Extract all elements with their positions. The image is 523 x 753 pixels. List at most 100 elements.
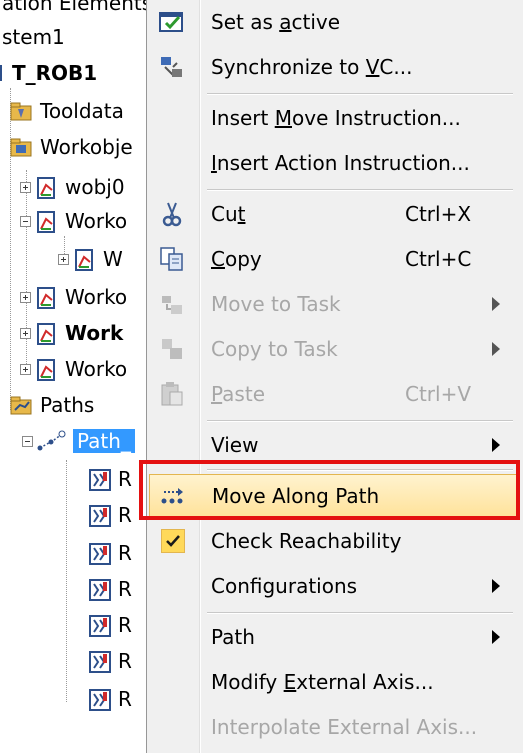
expand-icon[interactable] (20, 363, 31, 375)
menu-item-label: Copy to Task (211, 337, 338, 361)
menu-item-insert-action-instruction[interactable]: Insert Action Instruction... (147, 142, 522, 184)
set-active-icon (157, 8, 187, 36)
synchronize-icon (157, 53, 187, 81)
tree-node-label: Worko (65, 209, 128, 233)
expand-icon[interactable] (58, 253, 69, 265)
workobject-icon (73, 248, 97, 271)
move-instruction-icon (88, 468, 112, 491)
tree-node-label: Tooldata (40, 99, 124, 123)
move-to-task-icon (157, 290, 187, 318)
menu-item-check-reachability[interactable]: Check Reachability (147, 520, 522, 562)
tree-node-label: stem1 (2, 25, 65, 49)
menu-item-label: Set as active (211, 10, 341, 34)
tree-node-instruction[interactable]: R (88, 646, 132, 676)
tree-node-label: W (103, 247, 123, 271)
tree-node-label: R (118, 467, 132, 491)
tree-node-workobject[interactable]: Worko (20, 206, 127, 236)
collapse-icon[interactable] (22, 435, 33, 447)
task-icon (0, 62, 6, 84)
menu-separator (207, 93, 513, 95)
tree-node-label: Paths (40, 393, 95, 417)
menu-item-shortcut: Ctrl+V (405, 382, 472, 406)
context-menu: Set as active Synchronize to VC... Inser… (146, 0, 523, 753)
menu-item-cut[interactable]: Cut Ctrl+X (147, 193, 522, 235)
tree-node-label: Work (65, 321, 124, 345)
menu-item-modify-external-axis[interactable]: Modify External Axis... (147, 661, 522, 703)
submenu-arrow-icon (492, 342, 500, 356)
menu-item-label: Move to Task (211, 292, 341, 316)
tree-node-workobject-active[interactable]: Work (20, 318, 123, 348)
menu-item-copy-to-task: Copy to Task (147, 328, 522, 370)
menu-item-label: Check Reachability (211, 529, 402, 553)
expand-icon[interactable] (20, 327, 31, 339)
tree-node-t-rob1[interactable]: T_ROB1 (0, 58, 97, 88)
menu-item-copy[interactable]: Copy Ctrl+C (147, 238, 522, 280)
copy-to-task-icon (157, 335, 187, 363)
paths-folder-icon (10, 394, 34, 416)
menu-item-label: Move Along Path (212, 484, 380, 508)
scissors-icon (157, 200, 187, 228)
tree-node-instruction[interactable]: R (88, 464, 132, 494)
tree-node-tooldata[interactable]: Tooldata (10, 96, 124, 126)
checkmark-icon (161, 529, 185, 553)
workobject-icon (35, 358, 59, 381)
collapse-icon[interactable] (20, 215, 31, 227)
menu-item-label: Copy (211, 247, 262, 271)
tree-node-paths[interactable]: Paths (10, 390, 94, 420)
submenu-arrow-icon (492, 630, 500, 644)
tree-node-label: Path_ (73, 429, 135, 453)
menu-item-label: Synchronize to VC... (211, 55, 413, 79)
tree-node-instruction[interactable]: R (88, 574, 132, 604)
path-icon (37, 430, 67, 452)
tree-node-system1[interactable]: stem1 (2, 22, 65, 52)
submenu-arrow-icon (492, 438, 500, 452)
tree-node-label: Worko (65, 285, 128, 309)
menu-item-configurations[interactable]: Configurations (147, 565, 522, 607)
move-instruction-icon (88, 688, 112, 711)
menu-item-label: Modify External Axis... (211, 670, 434, 694)
workobjects-icon (10, 136, 34, 158)
menu-separator (207, 420, 513, 422)
menu-item-move-along-path[interactable]: Move Along Path (149, 474, 520, 518)
tree-node-instruction[interactable]: R (88, 500, 132, 530)
workobject-icon (35, 176, 59, 199)
menu-separator (207, 469, 513, 471)
menu-item-label: Cut (211, 202, 246, 226)
tree-connector (66, 460, 67, 702)
tree-node-workobject[interactable]: Worko (20, 354, 127, 384)
tree-node-workobject[interactable]: Worko (20, 282, 127, 312)
tree-node-label: R (118, 503, 132, 527)
menu-item-set-as-active[interactable]: Set as active (147, 1, 522, 43)
tree-header: ation Elements (2, 0, 150, 18)
workobject-icon (35, 286, 59, 309)
workobject-icon (35, 210, 59, 233)
menu-item-insert-move-instruction[interactable]: Insert Move Instruction... (147, 97, 522, 139)
tree-node-label: Worko (65, 357, 128, 381)
tree-node-workobject-child[interactable]: W (58, 244, 123, 274)
tree-node-label: R (118, 649, 132, 673)
menu-item-path[interactable]: Path (147, 616, 522, 658)
menu-item-label: Interpolate External Axis... (211, 715, 478, 739)
move-instruction-icon (88, 614, 112, 637)
tree-panel: ation Elements stem1 T_ROB1 Tooldata Wor… (0, 0, 150, 753)
menu-item-label: Paste (211, 382, 265, 406)
submenu-arrow-icon (492, 579, 500, 593)
tree-node-instruction[interactable]: R (88, 610, 132, 640)
move-instruction-icon (88, 542, 112, 565)
menu-item-label: Path (211, 625, 255, 649)
tree-node-instruction[interactable]: R (88, 538, 132, 568)
tree-node-wobj0[interactable]: wobj0 (20, 172, 125, 202)
expand-icon[interactable] (20, 291, 31, 303)
expand-icon[interactable] (20, 181, 31, 193)
tree-node-instruction[interactable]: R (88, 684, 132, 714)
menu-item-shortcut: Ctrl+X (405, 202, 472, 226)
menu-item-synchronize-to-vc[interactable]: Synchronize to VC... (147, 46, 522, 88)
tree-node-path-selected[interactable]: Path_ (22, 426, 135, 456)
menu-item-paste: Paste Ctrl+V (147, 373, 522, 415)
move-instruction-icon (88, 578, 112, 601)
menu-item-label: View (211, 433, 259, 457)
menu-item-view[interactable]: View (147, 424, 522, 466)
tree-node-workobjects[interactable]: Workobje (10, 132, 133, 162)
tree-node-label: R (118, 687, 132, 711)
tree-node-label: T_ROB1 (12, 61, 98, 85)
